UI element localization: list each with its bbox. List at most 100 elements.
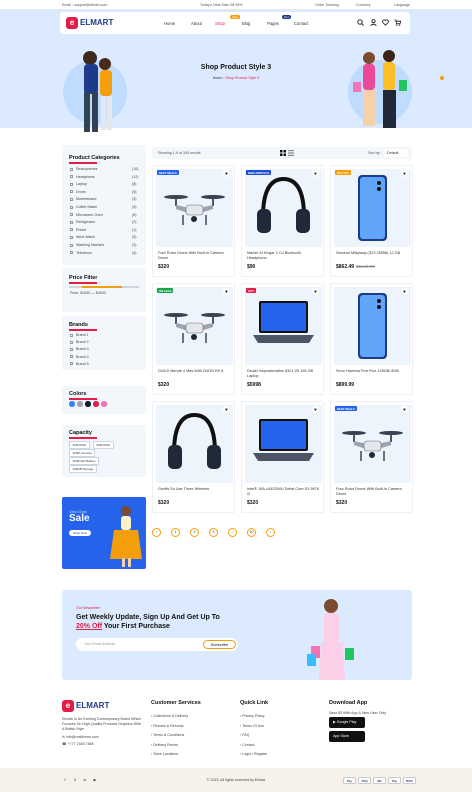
app-store-button[interactable]: App Store <box>329 731 365 742</box>
product-name[interactable]: Marish Al Khajar 2 Cu Bluetooth Headphon… <box>247 251 321 261</box>
product-name[interactable]: Samsun Milkyway (S23 25556) 12 GB <box>336 251 410 256</box>
product-card[interactable]: ♥ Sonu Havenia Five Five 128GB/ 8GB $899.9… <box>330 283 413 395</box>
product-image[interactable] <box>334 287 411 365</box>
checkbox[interactable] <box>70 205 73 209</box>
color-swatch[interactable] <box>101 401 107 407</box>
product-image[interactable] <box>156 287 233 365</box>
checkbox[interactable] <box>70 228 73 232</box>
product-name[interactable]: Intel® 15A-4442DWU Dellat Core S3 9876 i… <box>247 487 321 497</box>
cart-icon[interactable] <box>394 19 401 26</box>
wishlist-heart-icon[interactable]: ♥ <box>312 288 319 295</box>
pagination-button[interactable]: ... <box>228 528 237 537</box>
quick-link[interactable]: › Privacy Policy <box>240 714 265 718</box>
subscribe-button[interactable]: Subscribe <box>203 640 236 649</box>
product-card[interactable]: BEST DEALS ♥ Four Rotor Drone With Built-I… <box>330 401 413 513</box>
product-name[interactable]: Geoffs So Use Three Wireless <box>158 487 232 492</box>
product-name[interactable]: DUDJI Mende 4 Mas With DUDN RX 8 <box>158 369 232 374</box>
color-swatch[interactable] <box>77 401 83 407</box>
wishlist-heart-icon[interactable] <box>382 19 389 26</box>
customer-service-link[interactable]: › Terms & Conditions <box>151 733 184 737</box>
checkbox[interactable] <box>70 175 73 179</box>
wishlist-heart-icon[interactable]: ♥ <box>223 170 230 177</box>
category-item[interactable]: Microwave Oven (6) <box>70 213 142 217</box>
checkbox[interactable] <box>70 340 73 344</box>
wishlist-heart-icon[interactable]: ♥ <box>401 288 408 295</box>
category-item[interactable]: Smartphones (10) <box>70 167 142 171</box>
brand-item[interactable]: Brand 5 <box>70 362 89 366</box>
brand-item[interactable]: Brand 2 <box>70 340 89 344</box>
price-slider-range[interactable] <box>82 286 122 288</box>
top-email[interactable]: Email : support@elmart.com <box>62 3 107 7</box>
checkbox[interactable] <box>70 347 73 351</box>
category-item[interactable]: Coffee Maker (4) <box>70 205 142 209</box>
product-name[interactable]: Sonu Havenia Five Five 128GB/ 8GB <box>336 369 410 374</box>
product-card[interactable]: ♥ Intel® 15A-4442DWU Dellat Core S3 9876 … <box>241 401 324 513</box>
pagination-button[interactable]: 10 <box>247 528 256 537</box>
checkbox[interactable] <box>70 333 73 337</box>
category-item[interactable]: Refrigerator (2) <box>70 220 142 224</box>
language-select[interactable]: Language <box>394 3 410 7</box>
grid-view-icon[interactable] <box>280 150 286 156</box>
checkbox[interactable] <box>70 182 73 186</box>
footer-phone[interactable]: ☎ +777 2345 7885 <box>62 742 94 746</box>
x-icon[interactable]: X <box>72 777 78 783</box>
category-item[interactable]: Laptop (8) <box>70 182 142 186</box>
pagination-button[interactable]: ‹ <box>152 528 161 537</box>
product-name[interactable]: Four Rotor Drone With Built-In Camera Dr… <box>336 487 410 497</box>
product-image[interactable] <box>245 287 322 365</box>
color-swatch[interactable] <box>69 401 75 407</box>
customer-service-link[interactable]: › Store Locations <box>151 752 178 756</box>
brand-item[interactable]: Brand 4 <box>70 355 89 359</box>
product-image[interactable] <box>245 169 322 247</box>
brand-item[interactable]: Brand 1 <box>70 333 89 337</box>
checkbox[interactable] <box>70 362 73 366</box>
capacity-tag[interactable]: 128GB Storage <box>69 465 97 473</box>
category-item[interactable]: Motherboard (3) <box>70 197 142 201</box>
newsletter-email-field[interactable]: Your Email Address Subscribe <box>76 638 238 651</box>
nav-home[interactable]: Home <box>164 21 175 26</box>
pagination-button[interactable]: 2 <box>190 528 199 537</box>
quick-link[interactable]: › Terms Of Use <box>240 724 264 728</box>
product-image[interactable] <box>156 169 233 247</box>
product-card[interactable]: NEW ARRIVALS ♥ Marish Al Khajar 2 Cu Bluet… <box>241 165 324 277</box>
capacity-tag[interactable]: 4000mAh Battery <box>69 457 100 465</box>
product-name[interactable]: Deulel Inspiradoration 8321 V5 128 GB La… <box>247 369 321 379</box>
nav-contact[interactable]: Contact <box>294 21 308 26</box>
capacity-tag[interactable]: 4GB RAM <box>69 441 90 449</box>
checkbox[interactable] <box>70 220 73 224</box>
customer-service-link[interactable]: › Collections & Delivery <box>151 714 188 718</box>
brand-logo-icon[interactable]: e <box>66 17 78 29</box>
quick-link[interactable]: › Login / Register <box>240 752 267 756</box>
footer-email[interactable]: ✉ info@mailkman.com <box>62 735 99 739</box>
checkbox[interactable] <box>70 213 73 217</box>
checkbox[interactable] <box>70 355 73 359</box>
sort-select[interactable]: Default <box>384 149 408 157</box>
brand-name[interactable]: ELMART <box>80 18 113 27</box>
product-card[interactable]: ♥ Geoffs So Use Three Wireless $320 <box>152 401 235 513</box>
category-item[interactable]: Printer (1) <box>70 228 142 232</box>
promo-shop-now-button[interactable]: Shop Now <box>69 530 91 536</box>
brand-item[interactable]: Brand 3 <box>70 347 89 351</box>
customer-service-link[interactable]: › Returns & Refunds <box>151 724 184 728</box>
quick-link[interactable]: › FAQ <box>240 733 249 737</box>
checkbox[interactable] <box>70 251 73 255</box>
color-swatch[interactable] <box>93 401 99 407</box>
promo-banner[interactable]: Ultra Deal Sale Shop Now <box>62 497 146 569</box>
customer-service-link[interactable]: › Delivery Return <box>151 743 178 747</box>
wishlist-heart-icon[interactable]: ♥ <box>312 170 319 177</box>
product-image[interactable] <box>245 405 322 483</box>
footer-logo-icon[interactable]: e <box>62 700 74 712</box>
user-icon[interactable] <box>370 19 377 26</box>
youtube-icon[interactable]: ▶ <box>92 777 98 783</box>
category-item[interactable]: Television (4) <box>70 251 142 255</box>
capacity-tag[interactable]: 6GB RAM <box>93 441 114 449</box>
product-card[interactable]: ON SALE ♥ DUDJI Mende 4 Mas With DUDN RX 8… <box>152 283 235 395</box>
category-item[interactable]: Headphone (12) <box>70 175 142 179</box>
checkbox[interactable] <box>70 197 73 201</box>
capacity-tag[interactable]: 32MP Camera <box>69 449 96 457</box>
checkbox[interactable] <box>70 235 73 239</box>
color-swatch[interactable] <box>85 401 91 407</box>
pagination-button[interactable]: › <box>266 528 275 537</box>
checkbox[interactable] <box>70 243 73 247</box>
product-card[interactable]: 20% OFF ♥ Samsun Milkyway (S23 25556) 12 G… <box>330 165 413 277</box>
